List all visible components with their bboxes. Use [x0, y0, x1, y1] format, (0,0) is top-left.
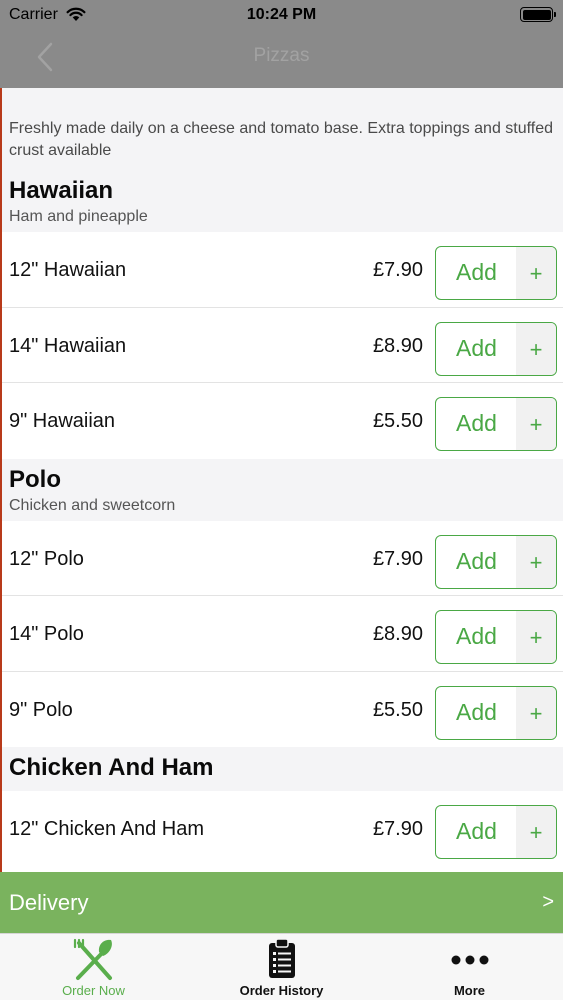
- delivery-button[interactable]: Delivery >: [0, 872, 563, 933]
- plus-icon: +: [516, 398, 556, 450]
- item-name: 12" Hawaiian: [9, 259, 127, 281]
- section-title: Chicken And Ham: [9, 754, 214, 781]
- add-button[interactable]: Add +: [435, 685, 557, 740]
- section-subtitle: Ham and pineapple: [9, 208, 148, 225]
- menu-item-row: 12" Polo £7.90 Add +: [2, 520, 563, 596]
- section-header-chicken-and-ham: Chicken And Ham: [2, 747, 563, 791]
- item-price: £5.50: [372, 410, 423, 432]
- tab-order-history[interactable]: Order History: [188, 934, 375, 1000]
- tab-label: More: [453, 983, 486, 998]
- menu-item-row: 12" Chicken And Ham £7.90 Add +: [2, 791, 563, 867]
- fork-knife-icon: [73, 938, 112, 980]
- battery-icon: [520, 7, 556, 22]
- plus-icon: +: [516, 806, 556, 858]
- add-button-label: Add: [456, 623, 497, 649]
- add-button[interactable]: Add +: [435, 397, 557, 451]
- section-title: Polo: [9, 465, 61, 493]
- plus-icon: +: [516, 535, 556, 588]
- section-header-polo: Polo Chicken and sweetcorn: [2, 458, 563, 521]
- plus-icon: +: [516, 322, 556, 375]
- item-name: 9" Polo: [9, 698, 73, 721]
- menu-item-row: 9" Polo £5.50 Add +: [2, 671, 563, 747]
- add-button-label: Add: [456, 334, 497, 361]
- add-button[interactable]: Add +: [435, 610, 557, 664]
- item-name: 14" Polo: [9, 623, 84, 645]
- item-name: 12" Polo: [9, 547, 84, 570]
- tab-label: Order Now: [62, 983, 125, 998]
- add-button-label: Add: [456, 547, 497, 574]
- nav-title: Pizzas: [253, 45, 310, 66]
- category-description: Freshly made daily on a cheese and tomat…: [2, 88, 563, 170]
- plus-icon: +: [516, 247, 556, 299]
- clipboard-list-icon: [268, 938, 295, 978]
- item-name: 14" Hawaiian: [9, 334, 127, 357]
- item-price: £8.90: [372, 623, 423, 645]
- tab-bar: Order Now Order History More: [0, 933, 563, 1000]
- item-price: £8.90: [372, 334, 423, 357]
- clock: 10:24 PM: [246, 6, 317, 23]
- add-button-label: Add: [456, 818, 497, 844]
- menu-item-row: 9" Hawaiian £5.50 Add +: [2, 383, 563, 459]
- add-button-label: Add: [456, 698, 497, 725]
- navigation-bar: Carrier 10:24 PM Pizzas: [0, 0, 563, 88]
- add-button[interactable]: Add +: [435, 321, 557, 376]
- section-subtitle: Chicken and sweetcorn: [9, 496, 176, 514]
- item-name: 12" Chicken And Ham: [9, 818, 204, 840]
- item-name: 9" Hawaiian: [9, 410, 116, 432]
- section-header-hawaiian: Hawaiian Ham and pineapple: [2, 170, 563, 232]
- section-title: Hawaiian: [9, 177, 114, 204]
- plus-icon: +: [516, 686, 556, 739]
- menu-item-row: 14" Hawaiian £8.90 Add +: [2, 307, 563, 383]
- item-price: £5.50: [372, 698, 423, 721]
- tab-order-now[interactable]: Order Now: [0, 934, 187, 1000]
- tab-more[interactable]: More: [376, 934, 563, 1000]
- delivery-label: Delivery: [9, 890, 89, 915]
- add-button[interactable]: Add +: [435, 805, 557, 859]
- menu-item-row: 12" Hawaiian £7.90 Add +: [2, 232, 563, 308]
- status-bar: Carrier 10:24 PM: [0, 0, 563, 30]
- menu-list[interactable]: Freshly made daily on a cheese and tomat…: [2, 88, 563, 872]
- plus-icon: +: [516, 611, 556, 663]
- item-price: £7.90: [372, 818, 423, 840]
- add-button-label: Add: [456, 410, 497, 436]
- menu-item-row: 14" Polo £8.90 Add +: [2, 596, 563, 672]
- chevron-right-icon: >: [542, 891, 554, 913]
- more-dots-icon: [451, 955, 488, 965]
- item-price: £7.90: [372, 547, 423, 570]
- item-price: £7.90: [372, 259, 423, 281]
- add-button-label: Add: [456, 259, 497, 285]
- add-button[interactable]: Add +: [435, 534, 557, 589]
- add-button[interactable]: Add +: [435, 246, 557, 300]
- tab-label: Order History: [239, 983, 324, 998]
